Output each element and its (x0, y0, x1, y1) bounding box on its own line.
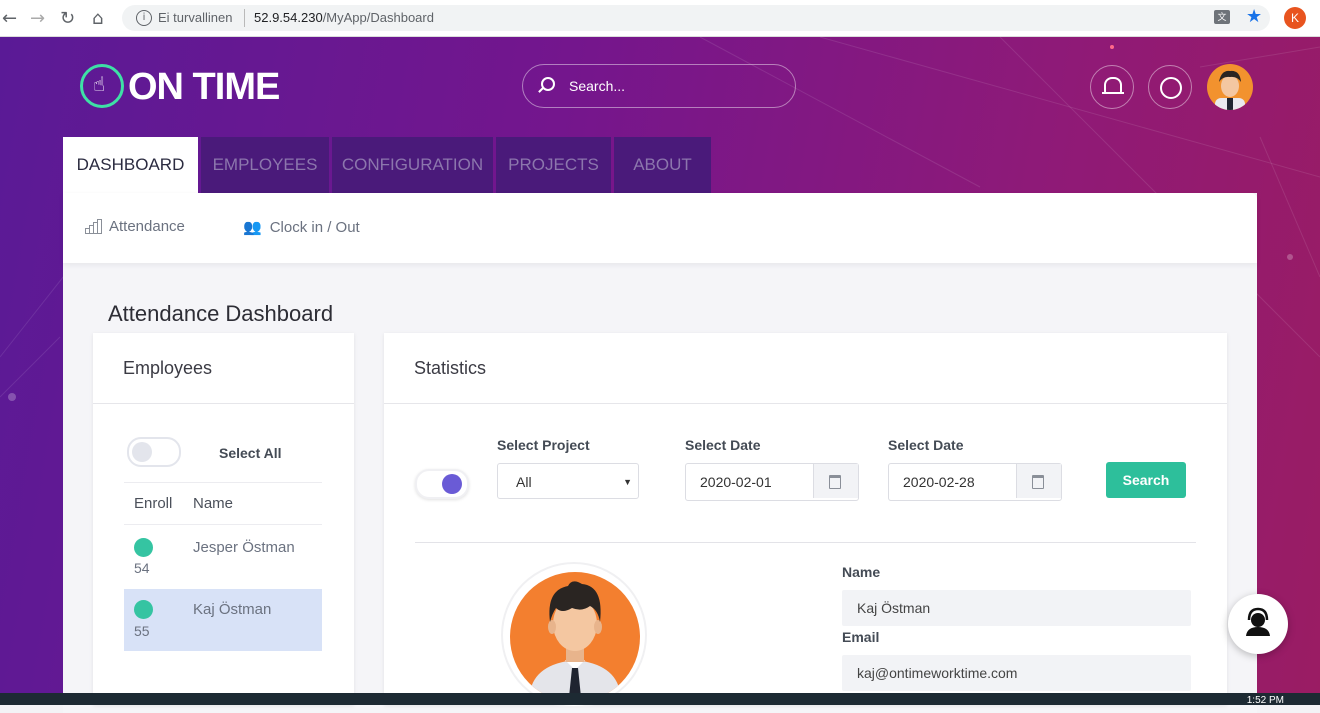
tab-projects[interactable]: PROJECTS (496, 137, 611, 193)
date-to-input[interactable]: 2020-02-28 (888, 463, 1062, 501)
home-icon[interactable]: ⌂ (92, 8, 103, 29)
info-icon[interactable]: i (136, 10, 152, 26)
search-button[interactable]: Search (1106, 462, 1186, 498)
employees-panel: Employees Select All Enroll Name 54 Jesp… (93, 333, 354, 705)
toggle-knob (132, 442, 152, 462)
page-title: Attendance Dashboard (108, 301, 334, 326)
security-label: Ei turvallinen (158, 10, 233, 25)
avatar-illustration (530, 581, 620, 702)
subnav-attendance-label: Attendance (109, 218, 185, 235)
enroll-number: 54 (134, 560, 150, 576)
divider (244, 9, 245, 27)
os-taskbar: 1:52 PM (0, 693, 1320, 706)
status-dot (134, 600, 153, 619)
divider (415, 542, 1196, 543)
pointer-hand-icon: ☝ (93, 72, 106, 96)
divider (124, 482, 322, 483)
bookmark-star-icon[interactable]: ★ (1246, 6, 1262, 27)
caret-down-icon: ▼ (623, 477, 632, 487)
tab-dashboard[interactable]: DASHBOARD (63, 137, 198, 193)
status-dot (134, 538, 153, 557)
table-row[interactable]: 55 Kaj Östman (124, 589, 322, 651)
email-field: kaj@ontimeworktime.com (842, 655, 1191, 691)
calendar-button[interactable] (1016, 464, 1061, 498)
sub-navigation: Attendance 👥 Clock in / Out (63, 193, 1257, 263)
profile-avatar[interactable]: K (1284, 7, 1306, 29)
bell-icon (1102, 77, 1124, 94)
back-arrow-icon[interactable]: ← (2, 8, 17, 29)
select-all-label: Select All (219, 445, 282, 461)
reload-icon[interactable]: ↻ (60, 8, 75, 29)
name-label: Name (842, 564, 881, 580)
calendar-icon (1032, 475, 1044, 489)
email-label: Email (842, 629, 880, 645)
table-row[interactable]: 54 Jesper Östman (124, 525, 322, 588)
statistics-panel-title: Statistics (384, 333, 1227, 404)
url-path: /MyApp/Dashboard (322, 10, 434, 25)
select-project-label: Select Project (497, 437, 590, 453)
browser-toolbar: ← → ↻ ⌂ i Ei turvallinen 52.9.54.230/MyA… (0, 0, 1320, 37)
notifications-button[interactable] (1090, 65, 1134, 109)
project-select[interactable]: All ▼ (497, 463, 639, 499)
search-icon (541, 77, 555, 91)
employee-name: Kaj Östman (193, 601, 272, 618)
employees-panel-title: Employees (93, 333, 354, 404)
bar-chart-icon (85, 218, 102, 234)
notification-dot (1110, 45, 1114, 49)
date-from-value: 2020-02-01 (700, 474, 772, 490)
tab-configuration[interactable]: CONFIGURATION (332, 137, 493, 193)
employee-avatar (510, 572, 640, 702)
support-agent-icon (1246, 607, 1270, 636)
network-button[interactable] (1148, 65, 1192, 109)
address-bar[interactable]: i Ei turvallinen 52.9.54.230/MyApp/Dashb… (122, 5, 1270, 31)
users-icon: 👥 (243, 218, 262, 236)
toggle-knob (442, 474, 462, 494)
subnav-clock[interactable]: 👥 Clock in / Out (243, 218, 360, 236)
date-from-label: Select Date (685, 437, 761, 453)
project-select-value: All (516, 474, 532, 490)
support-chat-button[interactable] (1228, 594, 1288, 654)
taskbar-clock: 1:52 PM (1246, 695, 1284, 706)
subnav-clock-label: Clock in / Out (269, 218, 360, 236)
forward-arrow-icon[interactable]: → (30, 8, 45, 29)
url-host: 52.9.54.230 (254, 10, 323, 25)
column-header-enroll: Enroll (134, 495, 173, 512)
search-placeholder: Search... (569, 78, 626, 94)
translate-icon[interactable]: 文 (1214, 10, 1230, 24)
select-all-toggle[interactable] (127, 437, 181, 467)
employee-name: Jesper Östman (193, 539, 295, 556)
date-to-value: 2020-02-28 (903, 474, 975, 490)
subnav-attendance[interactable]: Attendance (85, 218, 185, 235)
avatar-illustration (1215, 70, 1245, 110)
date-to-label: Select Date (888, 437, 964, 453)
calendar-button[interactable] (813, 464, 858, 498)
tab-employees[interactable]: EMPLOYEES (201, 137, 329, 193)
column-header-name: Name (193, 495, 234, 512)
search-input[interactable]: Search... (522, 64, 796, 108)
share-icon (1160, 77, 1182, 99)
url-text[interactable]: 52.9.54.230/MyApp/Dashboard (254, 10, 434, 25)
statistics-toggle[interactable] (415, 469, 469, 499)
enroll-number: 55 (134, 623, 150, 639)
calendar-icon (829, 475, 841, 489)
tab-about[interactable]: ABOUT (614, 137, 711, 193)
logo-text: ON TIME (128, 66, 280, 108)
user-avatar[interactable] (1207, 64, 1253, 110)
date-from-input[interactable]: 2020-02-01 (685, 463, 859, 501)
name-field: Kaj Östman (842, 590, 1191, 626)
